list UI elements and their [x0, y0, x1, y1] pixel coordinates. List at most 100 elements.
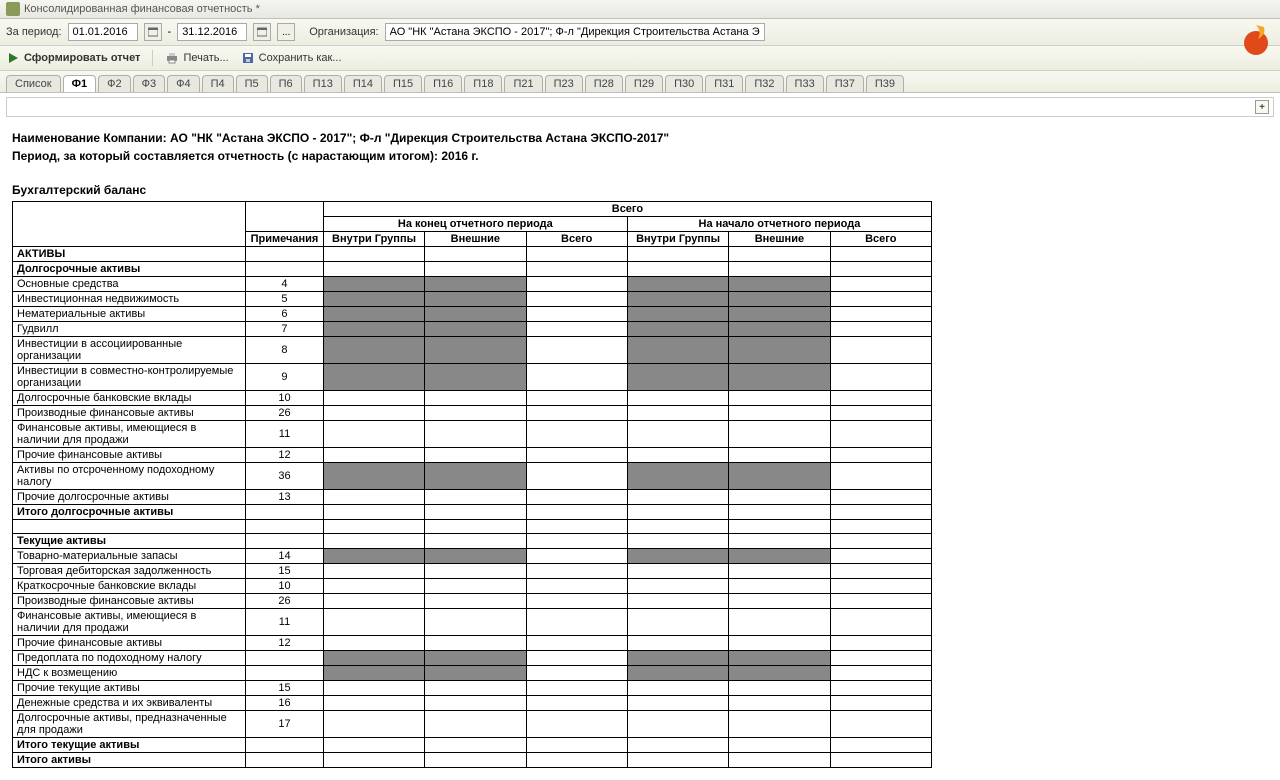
- cell[interactable]: [830, 609, 931, 636]
- cell[interactable]: [323, 609, 424, 636]
- cell[interactable]: [425, 337, 526, 364]
- cell[interactable]: [729, 364, 830, 391]
- cell[interactable]: [526, 307, 627, 322]
- cell[interactable]: [323, 738, 424, 753]
- cell[interactable]: [627, 448, 728, 463]
- cell[interactable]: [627, 505, 728, 520]
- cell[interactable]: [627, 364, 728, 391]
- cell[interactable]: [425, 564, 526, 579]
- cell[interactable]: [830, 262, 931, 277]
- cell[interactable]: [526, 666, 627, 681]
- cell[interactable]: [627, 738, 728, 753]
- cell[interactable]: [627, 322, 728, 337]
- cell[interactable]: [425, 490, 526, 505]
- cell[interactable]: [425, 738, 526, 753]
- cell[interactable]: [627, 534, 728, 549]
- tab-П4[interactable]: П4: [202, 75, 234, 92]
- cell[interactable]: [830, 696, 931, 711]
- cell[interactable]: [425, 391, 526, 406]
- tab-П16[interactable]: П16: [424, 75, 462, 92]
- cell[interactable]: [729, 463, 830, 490]
- cell[interactable]: [526, 277, 627, 292]
- cell[interactable]: [425, 594, 526, 609]
- cell[interactable]: [627, 651, 728, 666]
- cell[interactable]: [729, 277, 830, 292]
- cell[interactable]: [729, 307, 830, 322]
- cell[interactable]: [830, 520, 931, 534]
- cell[interactable]: [323, 421, 424, 448]
- cell[interactable]: [323, 391, 424, 406]
- cell[interactable]: [729, 609, 830, 636]
- tab-П37[interactable]: П37: [826, 75, 864, 92]
- cell[interactable]: [729, 505, 830, 520]
- cell[interactable]: [830, 391, 931, 406]
- expand-button[interactable]: +: [1255, 100, 1269, 114]
- cell[interactable]: [729, 579, 830, 594]
- cell[interactable]: [526, 391, 627, 406]
- cell[interactable]: [526, 651, 627, 666]
- cell[interactable]: [830, 681, 931, 696]
- cell[interactable]: [323, 696, 424, 711]
- cell[interactable]: [627, 579, 728, 594]
- cell[interactable]: [627, 520, 728, 534]
- cell[interactable]: [425, 651, 526, 666]
- cell[interactable]: [425, 292, 526, 307]
- cell[interactable]: [729, 636, 830, 651]
- cell[interactable]: [627, 277, 728, 292]
- tab-Ф2[interactable]: Ф2: [98, 75, 130, 92]
- cell[interactable]: [323, 651, 424, 666]
- tab-П18[interactable]: П18: [464, 75, 502, 92]
- cell[interactable]: [830, 337, 931, 364]
- cell[interactable]: [627, 421, 728, 448]
- cell[interactable]: [830, 534, 931, 549]
- cell[interactable]: [729, 738, 830, 753]
- cell[interactable]: [627, 406, 728, 421]
- cell[interactable]: [627, 307, 728, 322]
- cell[interactable]: [627, 463, 728, 490]
- cell[interactable]: [323, 564, 424, 579]
- cell[interactable]: [627, 262, 728, 277]
- date-from-picker[interactable]: [144, 23, 162, 41]
- cell[interactable]: [526, 337, 627, 364]
- cell[interactable]: [627, 696, 728, 711]
- cell[interactable]: [627, 636, 728, 651]
- tab-Ф1[interactable]: Ф1: [63, 75, 97, 92]
- cell[interactable]: [627, 391, 728, 406]
- cell[interactable]: [323, 292, 424, 307]
- cell[interactable]: [729, 549, 830, 564]
- cell[interactable]: [627, 666, 728, 681]
- cell[interactable]: [627, 490, 728, 505]
- tab-Список[interactable]: Список: [6, 75, 61, 92]
- cell[interactable]: [627, 753, 728, 768]
- cell[interactable]: [830, 277, 931, 292]
- cell[interactable]: [830, 406, 931, 421]
- period-select-button[interactable]: ...: [277, 23, 295, 41]
- cell[interactable]: [323, 277, 424, 292]
- cell[interactable]: [425, 534, 526, 549]
- cell[interactable]: [425, 406, 526, 421]
- cell[interactable]: [729, 421, 830, 448]
- tab-П6[interactable]: П6: [270, 75, 302, 92]
- cell[interactable]: [425, 247, 526, 262]
- cell[interactable]: [425, 520, 526, 534]
- cell[interactable]: [729, 391, 830, 406]
- cell[interactable]: [526, 520, 627, 534]
- cell[interactable]: [323, 505, 424, 520]
- cell[interactable]: [830, 448, 931, 463]
- cell[interactable]: [526, 636, 627, 651]
- cell[interactable]: [729, 490, 830, 505]
- cell[interactable]: [627, 564, 728, 579]
- cell[interactable]: [323, 490, 424, 505]
- cell[interactable]: [627, 549, 728, 564]
- cell[interactable]: [526, 594, 627, 609]
- cell[interactable]: [729, 594, 830, 609]
- cell[interactable]: [526, 564, 627, 579]
- cell[interactable]: [526, 406, 627, 421]
- cell[interactable]: [729, 534, 830, 549]
- cell[interactable]: [425, 609, 526, 636]
- date-from-input[interactable]: [68, 23, 138, 41]
- tab-П13[interactable]: П13: [304, 75, 342, 92]
- cell[interactable]: [323, 594, 424, 609]
- cell[interactable]: [526, 292, 627, 307]
- cell[interactable]: [425, 277, 526, 292]
